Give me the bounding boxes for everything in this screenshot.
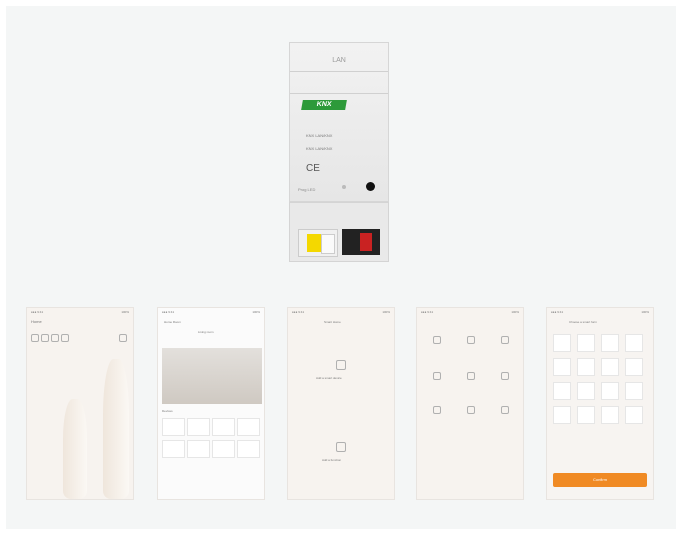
other-icon[interactable]: [501, 406, 509, 414]
blind-icon[interactable]: [501, 336, 509, 344]
phone-screen-smart-home: ●●● 9:41 100% Smart Home Add a smart devi…: [287, 307, 395, 500]
device-divider: [290, 93, 388, 94]
prog-led-label: Prog LED: [298, 187, 316, 192]
status-bar: ●●● 9:41 100%: [162, 310, 260, 314]
phone-screen-home: ●●● 9:41 100% Home: [26, 307, 134, 500]
home-icon[interactable]: [31, 334, 39, 342]
status-bar: ●●● 9:41 100%: [421, 310, 519, 314]
device-tile[interactable]: [187, 440, 210, 458]
form-option-tile[interactable]: [625, 358, 643, 376]
scene-icon[interactable]: [41, 334, 49, 342]
form-option-tile[interactable]: [601, 382, 619, 400]
knx-lan-gateway-device: LAN KNX KNX LAN/KNX KNX LAN/KNX CE Prog …: [289, 42, 389, 262]
dimmer-icon[interactable]: [467, 336, 475, 344]
brand-badge: KNX: [301, 100, 347, 110]
page-title: Home: [31, 319, 42, 324]
form-option-tile[interactable]: [553, 406, 571, 424]
device-tile[interactable]: [212, 418, 235, 436]
device-tile[interactable]: [212, 440, 235, 458]
light-icon[interactable]: [51, 334, 59, 342]
page-title: Home Room: [164, 320, 181, 324]
room-photo: [162, 348, 262, 404]
add-function-icon[interactable]: [336, 442, 346, 452]
phone-screen-device-types: ●●● 9:41 100%: [416, 307, 524, 500]
bus-terminal: [298, 229, 338, 257]
device-tile[interactable]: [237, 440, 260, 458]
form-option-tile[interactable]: [625, 406, 643, 424]
scene-icon[interactable]: [433, 372, 441, 380]
form-option-tile[interactable]: [577, 334, 595, 352]
form-option-tile[interactable]: [601, 358, 619, 376]
light-icon[interactable]: [433, 406, 441, 414]
ce-mark: CE: [306, 163, 320, 174]
device-tile[interactable]: [187, 418, 210, 436]
heating-icon[interactable]: [467, 372, 475, 380]
section-title: Devices: [162, 409, 173, 413]
status-bar: ●●● 9:41 100%: [551, 310, 649, 314]
add-device-label[interactable]: Add a smart device: [316, 376, 342, 380]
form-option-tile[interactable]: [577, 406, 595, 424]
device-terminal-base: [289, 202, 389, 262]
form-option-tile[interactable]: [577, 358, 595, 376]
settings-icon[interactable]: [61, 334, 69, 342]
status-led-icon: [342, 185, 346, 189]
add-function-label[interactable]: Add a function: [322, 458, 341, 462]
device-top-label: LAN: [332, 57, 346, 64]
form-option-tile[interactable]: [553, 334, 571, 352]
phone-screen-room: ●●● 9:41 100% Home Room Living room Devic…: [157, 307, 265, 500]
status-bar: ●●● 9:41 100%: [31, 310, 129, 314]
page-title: Smart Home: [324, 320, 341, 324]
device-tile[interactable]: [162, 418, 185, 436]
programming-button: [366, 182, 375, 191]
form-option-tile[interactable]: [625, 334, 643, 352]
sensor-icon[interactable]: [501, 372, 509, 380]
page-title: Choose a smart form: [569, 320, 598, 324]
add-icon[interactable]: [119, 334, 127, 342]
device-tile[interactable]: [237, 418, 260, 436]
device-divider: [290, 71, 388, 72]
curtain-icon[interactable]: [467, 406, 475, 414]
device-tile[interactable]: [162, 440, 185, 458]
status-bar: ●●● 9:41 100%: [292, 310, 390, 314]
vase-image: [103, 359, 129, 499]
room-subtitle: Living room: [198, 330, 214, 334]
form-option-tile[interactable]: [625, 382, 643, 400]
form-option-tile[interactable]: [577, 382, 595, 400]
form-option-tile[interactable]: [601, 334, 619, 352]
vase-image: [63, 399, 87, 499]
phone-screen-choose-form: ●●● 9:41 100% Choose a smart form Confirm: [546, 307, 654, 500]
form-option-tile[interactable]: [553, 382, 571, 400]
switch-icon[interactable]: [433, 336, 441, 344]
device-spec-line-2: KNX LAN/KNX: [306, 146, 333, 151]
bus-terminal: [342, 229, 380, 255]
form-option-tile[interactable]: [553, 358, 571, 376]
device-spec-line-1: KNX LAN/KNX: [306, 133, 333, 138]
confirm-button[interactable]: Confirm: [553, 473, 647, 487]
device-body: LAN KNX KNX LAN/KNX KNX LAN/KNX CE Prog …: [289, 42, 389, 202]
add-device-icon[interactable]: [336, 360, 346, 370]
form-option-tile[interactable]: [601, 406, 619, 424]
